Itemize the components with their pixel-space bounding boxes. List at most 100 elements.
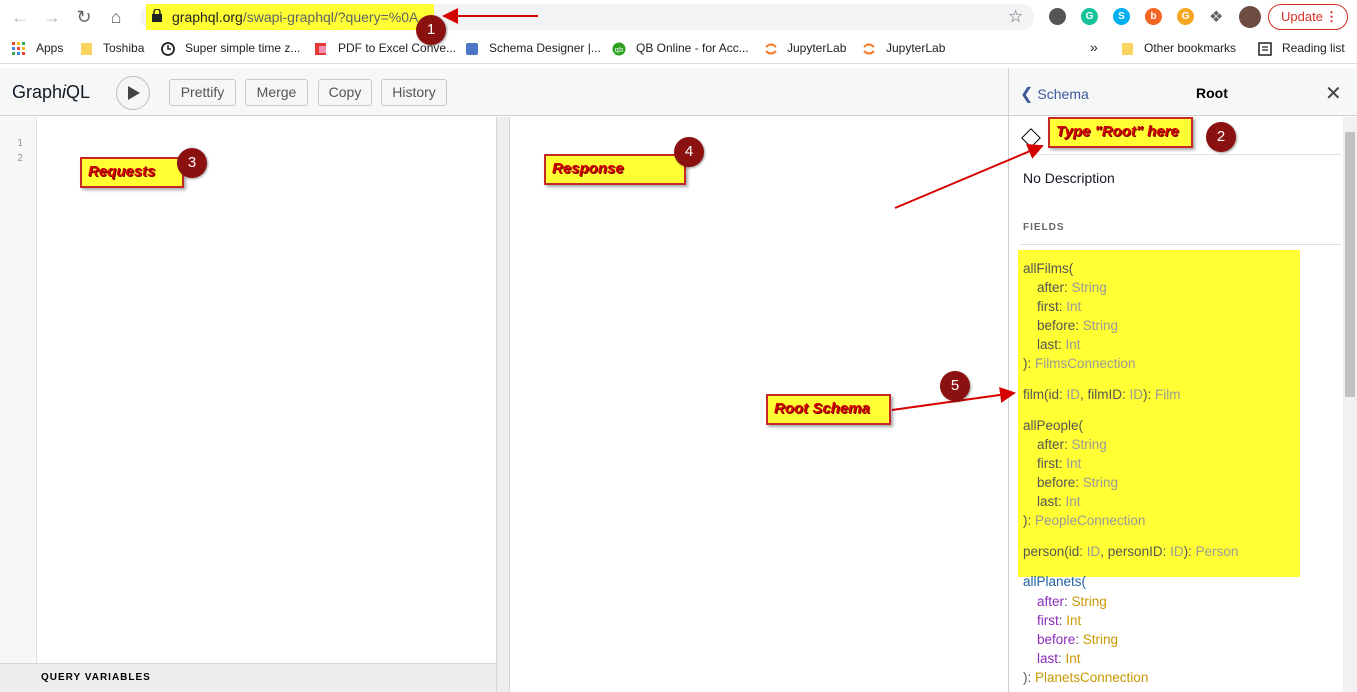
- schema-back-link[interactable]: ❮ Schema: [1020, 84, 1089, 104]
- arg-type: String: [1082, 632, 1119, 647]
- arg-name: after: [1037, 437, 1065, 452]
- skype-icon[interactable]: S: [1113, 8, 1130, 25]
- folder-icon: [81, 43, 92, 55]
- field-name-text: allPlanets(: [1023, 574, 1087, 589]
- home-icon[interactable]: ⌂: [104, 6, 128, 28]
- back-arrow-icon[interactable]: ←: [8, 6, 32, 28]
- browser-toolbar: ← → ↻ ⌂ graphql.org/swapi-graphql/?query…: [0, 0, 1357, 34]
- bookmark-star-icon[interactable]: ☆: [1008, 7, 1023, 27]
- bookmark-pdf-excel[interactable]: PDF to Excel Conve...: [338, 41, 456, 55]
- type-description: No Description: [1023, 170, 1115, 186]
- arg-name: first: [1037, 456, 1059, 471]
- arg-name: first: [1037, 299, 1059, 314]
- close-paren: ):: [1023, 513, 1035, 528]
- forward-arrow-icon[interactable]: →: [40, 6, 64, 28]
- annotation-response: Response: [544, 154, 686, 185]
- database-icon: [466, 43, 478, 55]
- reload-icon[interactable]: ↻: [72, 6, 96, 28]
- annotation-number-5: 5: [940, 371, 970, 401]
- pane-divider[interactable]: [496, 117, 510, 692]
- bookmark-schema-designer[interactable]: Schema Designer |...: [489, 41, 601, 55]
- field-name-text: allFilms(: [1023, 261, 1074, 276]
- url-path: /swapi-graphql/?query=%0A: [242, 9, 419, 25]
- field-arg[interactable]: first: Int: [1023, 456, 1081, 471]
- field-arg[interactable]: before: String: [1023, 318, 1118, 333]
- arg-type: String: [1071, 594, 1107, 609]
- extension-yellow-icon[interactable]: G: [1177, 8, 1194, 25]
- update-button[interactable]: Update ⋮: [1268, 4, 1348, 30]
- annotation-number-1: 1: [416, 15, 446, 45]
- arg-sep: :: [1058, 651, 1066, 666]
- bookmark-reading-list[interactable]: Reading list: [1282, 41, 1345, 55]
- prettify-button[interactable]: Prettify: [169, 79, 236, 106]
- execute-query-button[interactable]: [116, 76, 150, 110]
- arg-sep: :: [1075, 475, 1083, 490]
- doc-scroll-thumb[interactable]: [1345, 132, 1355, 397]
- close-paren: ):: [1023, 670, 1035, 685]
- arg-type: ID: [1170, 544, 1184, 559]
- close-paren: ):: [1143, 387, 1155, 402]
- field-name[interactable]: film(id: ID, filmID: ID): Film: [1023, 387, 1181, 402]
- line-number: 1: [17, 138, 24, 149]
- extensions-puzzle-icon[interactable]: ❖: [1209, 7, 1223, 27]
- return-type: Film: [1155, 387, 1181, 402]
- arg-name: last: [1037, 337, 1059, 352]
- query-editor[interactable]: [37, 117, 496, 663]
- profile-avatar[interactable]: [1239, 6, 1261, 28]
- field-name[interactable]: allPlanets(: [1023, 574, 1086, 589]
- field-arg[interactable]: last: Int: [1023, 651, 1081, 666]
- back-label: Schema: [1037, 86, 1089, 102]
- annotation-number-2: 2: [1206, 122, 1236, 152]
- arg-type: String: [1082, 475, 1119, 490]
- arg-name: last: [1037, 651, 1059, 666]
- bookmark-apps[interactable]: Apps: [36, 41, 63, 55]
- field-name[interactable]: allFilms(: [1023, 261, 1073, 276]
- arg-sep: :: [1075, 632, 1083, 647]
- field-arg[interactable]: after: String: [1023, 594, 1107, 609]
- field-arg[interactable]: before: String: [1023, 475, 1118, 490]
- extension-orange-icon[interactable]: b: [1145, 8, 1162, 25]
- bookmark-toshiba[interactable]: Toshiba: [103, 41, 144, 55]
- bookmark-qb-online[interactable]: QB Online - for Acc...: [636, 41, 749, 55]
- arg-type: Int: [1065, 337, 1081, 352]
- arg-name: before: [1037, 475, 1076, 490]
- grammarly-icon[interactable]: G: [1081, 8, 1098, 25]
- extension-dark-icon[interactable]: [1049, 8, 1066, 25]
- copy-button[interactable]: Copy: [318, 79, 372, 106]
- query-variables-label: QUERY VARIABLES: [41, 672, 151, 683]
- arg-type: String: [1082, 318, 1119, 333]
- bookmark-jupyterlab-2[interactable]: JupyterLab: [886, 41, 945, 55]
- field-name[interactable]: allPeople(: [1023, 418, 1083, 433]
- result-pane[interactable]: [510, 117, 1008, 692]
- arg-sep: , filmID:: [1080, 387, 1130, 402]
- field-arg[interactable]: first: Int: [1023, 613, 1081, 628]
- jupyter-icon: [863, 43, 875, 55]
- jupyter-icon: [765, 43, 777, 55]
- url-text[interactable]: graphql.org/swapi-graphql/?query=%0A: [172, 9, 418, 25]
- arg-type: Int: [1066, 456, 1082, 471]
- close-icon[interactable]: ✕: [1325, 84, 1342, 104]
- field-arg[interactable]: last: Int: [1023, 494, 1081, 509]
- logo-part: Graph: [12, 82, 63, 102]
- field-return[interactable]: ): PlanetsConnection: [1023, 670, 1148, 685]
- field-name-text: allPeople(: [1023, 418, 1084, 433]
- field-name[interactable]: person(id: ID, personID: ID): Person: [1023, 544, 1238, 559]
- url-host: graphql.org: [172, 9, 243, 25]
- field-arg[interactable]: after: String: [1023, 437, 1107, 452]
- close-paren: ):: [1183, 544, 1196, 559]
- field-return[interactable]: ): FilmsConnection: [1023, 356, 1136, 371]
- field-arg[interactable]: after: String: [1023, 280, 1107, 295]
- graphiql-toolbar: [0, 68, 1008, 116]
- field-arg[interactable]: first: Int: [1023, 299, 1081, 314]
- arg-sep: :: [1075, 318, 1083, 333]
- field-arg[interactable]: last: Int: [1023, 337, 1081, 352]
- bookmark-jupyterlab-1[interactable]: JupyterLab: [787, 41, 846, 55]
- bookmark-time-zone[interactable]: Super simple time z...: [185, 41, 300, 55]
- arg-type: Int: [1066, 613, 1082, 628]
- merge-button[interactable]: Merge: [245, 79, 308, 106]
- bookmark-other[interactable]: Other bookmarks: [1144, 41, 1236, 55]
- field-arg[interactable]: before: String: [1023, 632, 1118, 647]
- field-return[interactable]: ): PeopleConnection: [1023, 513, 1145, 528]
- more-bookmarks-chevron[interactable]: »: [1090, 39, 1098, 55]
- history-button[interactable]: History: [381, 79, 447, 106]
